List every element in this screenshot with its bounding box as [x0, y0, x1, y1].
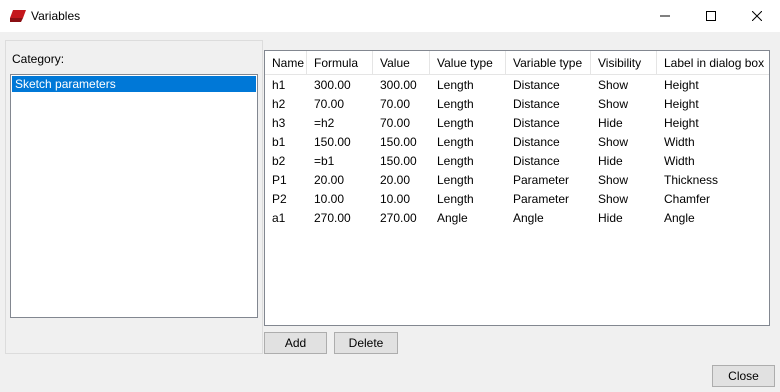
cell-visibility[interactable]: Show: [591, 95, 657, 114]
table-row[interactable]: P1 20.00 20.00 Length Parameter Show Thickness: [265, 171, 769, 190]
window-close-button[interactable]: [734, 0, 780, 32]
cell-label[interactable]: Height: [657, 95, 769, 114]
cell-value-type[interactable]: Length: [430, 190, 506, 209]
maximize-button[interactable]: [688, 0, 734, 32]
cell-name[interactable]: P2: [265, 190, 307, 209]
cell-value-type[interactable]: Length: [430, 133, 506, 152]
dialog-body: Category: Sketch parameters Name Formula…: [0, 32, 780, 392]
table-row[interactable]: b2 =b1 150.00 Length Distance Hide Width: [265, 152, 769, 171]
cell-name[interactable]: b2: [265, 152, 307, 171]
add-button[interactable]: Add: [264, 332, 327, 354]
cell-value[interactable]: 20.00: [373, 171, 430, 190]
table-row[interactable]: a1 270.00 270.00 Angle Angle Hide Angle: [265, 209, 769, 228]
column-header-name[interactable]: Name: [265, 51, 307, 74]
column-header-visibility[interactable]: Visibility: [591, 51, 657, 74]
category-label: Category:: [12, 52, 65, 66]
table-header: Name Formula Value Value type Variable t…: [265, 51, 769, 75]
cell-formula[interactable]: 150.00: [307, 133, 373, 152]
cell-label[interactable]: Width: [657, 133, 769, 152]
window-title: Variables: [31, 9, 81, 23]
cell-name[interactable]: a1: [265, 209, 307, 228]
cell-visibility[interactable]: Show: [591, 190, 657, 209]
cell-visibility[interactable]: Show: [591, 171, 657, 190]
cell-label[interactable]: Width: [657, 152, 769, 171]
table-row[interactable]: h1 300.00 300.00 Length Distance Show Height: [265, 76, 769, 95]
cell-value-type[interactable]: Length: [430, 95, 506, 114]
column-header-value[interactable]: Value: [373, 51, 430, 74]
cell-variable-type[interactable]: Distance: [506, 76, 591, 95]
cell-name[interactable]: h2: [265, 95, 307, 114]
close-icon: [752, 11, 762, 21]
cell-value[interactable]: 150.00: [373, 152, 430, 171]
cell-visibility[interactable]: Show: [591, 76, 657, 95]
cell-variable-type[interactable]: Parameter: [506, 190, 591, 209]
cell-value[interactable]: 70.00: [373, 114, 430, 133]
cell-label[interactable]: Height: [657, 114, 769, 133]
cell-formula[interactable]: 20.00: [307, 171, 373, 190]
cell-variable-type[interactable]: Distance: [506, 133, 591, 152]
cell-name[interactable]: b1: [265, 133, 307, 152]
cell-value[interactable]: 70.00: [373, 95, 430, 114]
table-row[interactable]: h2 70.00 70.00 Length Distance Show Height: [265, 95, 769, 114]
title-bar: Variables: [0, 0, 780, 32]
column-header-value-type[interactable]: Value type: [430, 51, 506, 74]
cell-variable-type[interactable]: Distance: [506, 114, 591, 133]
table-row[interactable]: h3 =h2 70.00 Length Distance Hide Height: [265, 114, 769, 133]
cell-formula[interactable]: 70.00: [307, 95, 373, 114]
cell-visibility[interactable]: Hide: [591, 152, 657, 171]
cell-value[interactable]: 300.00: [373, 76, 430, 95]
cell-visibility[interactable]: Show: [591, 133, 657, 152]
cell-formula[interactable]: 300.00: [307, 76, 373, 95]
cell-value-type[interactable]: Length: [430, 152, 506, 171]
minimize-button[interactable]: [642, 0, 688, 32]
app-icon: [10, 10, 26, 22]
cell-value-type[interactable]: Angle: [430, 209, 506, 228]
cell-formula[interactable]: 10.00: [307, 190, 373, 209]
cell-label[interactable]: Chamfer: [657, 190, 769, 209]
cell-label[interactable]: Thickness: [657, 171, 769, 190]
maximize-icon: [706, 11, 716, 21]
minimize-icon: [660, 15, 670, 17]
table-row[interactable]: b1 150.00 150.00 Length Distance Show Width: [265, 133, 769, 152]
cell-formula[interactable]: =b1: [307, 152, 373, 171]
cell-variable-type[interactable]: Parameter: [506, 171, 591, 190]
cell-formula[interactable]: 270.00: [307, 209, 373, 228]
cell-value-type[interactable]: Length: [430, 76, 506, 95]
cell-variable-type[interactable]: Distance: [506, 95, 591, 114]
cell-name[interactable]: h3: [265, 114, 307, 133]
cell-visibility[interactable]: Hide: [591, 209, 657, 228]
cell-formula[interactable]: =h2: [307, 114, 373, 133]
cell-label[interactable]: Angle: [657, 209, 769, 228]
delete-button[interactable]: Delete: [334, 332, 398, 354]
cell-label[interactable]: Height: [657, 76, 769, 95]
column-header-formula[interactable]: Formula: [307, 51, 373, 74]
table-row[interactable]: P2 10.00 10.00 Length Parameter Show Chamfer: [265, 190, 769, 209]
column-header-label[interactable]: Label in dialog box: [657, 51, 769, 74]
cell-value[interactable]: 150.00: [373, 133, 430, 152]
column-header-variable-type[interactable]: Variable type: [506, 51, 591, 74]
category-item-sketch-parameters[interactable]: Sketch parameters: [12, 76, 256, 92]
variables-table[interactable]: Name Formula Value Value type Variable t…: [264, 50, 770, 326]
cell-name[interactable]: P1: [265, 171, 307, 190]
category-list[interactable]: Sketch parameters: [10, 74, 258, 318]
cell-variable-type[interactable]: Distance: [506, 152, 591, 171]
cell-value[interactable]: 270.00: [373, 209, 430, 228]
close-button[interactable]: Close: [712, 365, 775, 387]
cell-variable-type[interactable]: Angle: [506, 209, 591, 228]
cell-name[interactable]: h1: [265, 76, 307, 95]
cell-value[interactable]: 10.00: [373, 190, 430, 209]
cell-value-type[interactable]: Length: [430, 114, 506, 133]
table-rows: h1 300.00 300.00 Length Distance Show Height h2…: [265, 76, 769, 228]
cell-value-type[interactable]: Length: [430, 171, 506, 190]
cell-visibility[interactable]: Hide: [591, 114, 657, 133]
